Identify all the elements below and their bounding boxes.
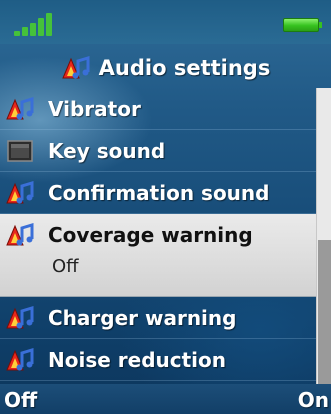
list-item-key-sound[interactable]: Key sound [0, 130, 316, 172]
list-item-label: Vibrator [48, 96, 141, 121]
list-item-coverage-warning[interactable]: Coverage warning Off [0, 214, 316, 297]
settings-list: Vibrator Key sound Confirmation sound Co… [0, 88, 316, 381]
audio-note-icon [6, 305, 34, 328]
list-item-label: Confirmation sound [48, 180, 270, 205]
audio-note-icon [6, 96, 34, 119]
keypad-icon [7, 139, 33, 162]
audio-note-icon [6, 347, 34, 370]
scroll-thumb[interactable] [318, 240, 331, 384]
page-title: Audio settings [0, 48, 331, 88]
battery-icon [283, 18, 322, 32]
list-item-label: Noise reduction [48, 347, 226, 372]
list-item-label: Coverage warning [48, 223, 253, 247]
list-item-noise-reduction[interactable]: Noise reduction [0, 339, 316, 381]
page-title-text: Audio settings [98, 56, 271, 80]
right-softkey[interactable]: On [298, 388, 329, 412]
list-item-vibrator[interactable]: Vibrator [0, 88, 316, 130]
audio-note-icon [6, 180, 34, 203]
list-item-label: Key sound [48, 138, 166, 163]
list-item-label: Charger warning [48, 305, 237, 330]
audio-settings-icon [61, 56, 90, 79]
softkey-bar: Off On [0, 384, 331, 414]
audio-note-icon [6, 223, 34, 246]
list-item-confirmation-sound[interactable]: Confirmation sound [0, 172, 316, 214]
status-bar [0, 0, 331, 44]
scrollbar[interactable] [316, 88, 331, 384]
left-softkey[interactable]: Off [4, 388, 37, 412]
list-item-value: Off [52, 256, 79, 277]
list-item-charger-warning[interactable]: Charger warning [0, 297, 316, 339]
phone-screen: Audio settings Vibrator Key sound Confir… [0, 0, 331, 414]
signal-strength-icon [14, 12, 60, 36]
